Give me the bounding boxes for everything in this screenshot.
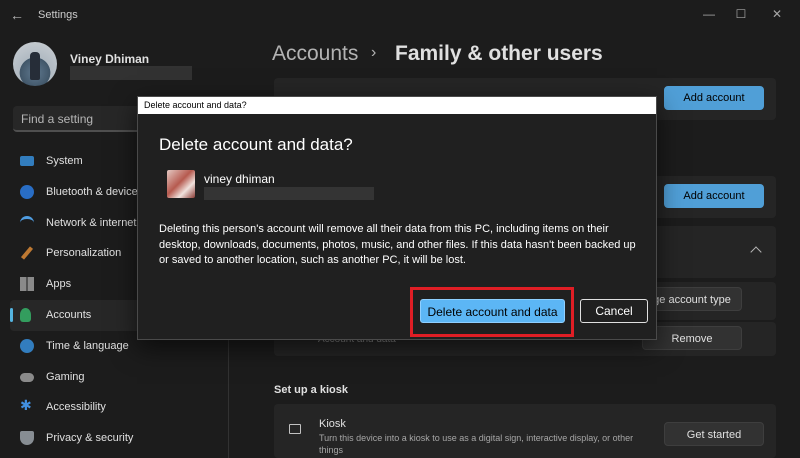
delete-account-and-data-button[interactable]: Delete account and data [420, 299, 565, 323]
user-email-redacted [204, 187, 374, 200]
user-name: viney dhiman [204, 172, 275, 186]
dialog-heading: Delete account and data? [159, 135, 353, 154]
cancel-button[interactable]: Cancel [580, 299, 648, 323]
dialog-titlebar: Delete account and data? [138, 97, 656, 114]
delete-account-dialog: Delete account and data? Delete account … [137, 96, 657, 340]
dialog-caption: Delete account and data? [144, 100, 247, 110]
user-avatar [167, 170, 195, 198]
dialog-message: Deleting this person's account will remo… [159, 223, 636, 267]
